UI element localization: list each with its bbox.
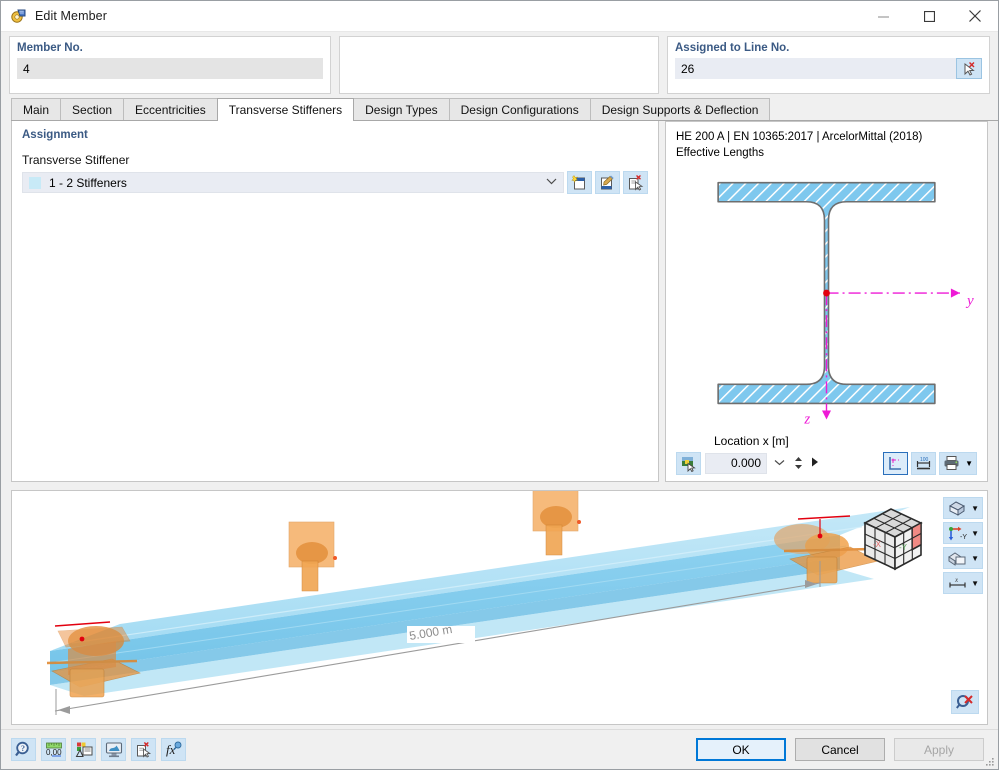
chevron-down-icon[interactable]: ▼ <box>971 579 979 588</box>
tab-design-configurations[interactable]: Design Configurations <box>448 98 591 120</box>
tab-eccentricities[interactable]: Eccentricities <box>123 98 218 120</box>
ok-button[interactable]: OK <box>696 738 786 761</box>
svg-text:-X: -X <box>873 540 882 549</box>
window-controls <box>860 1 998 32</box>
cross-section-graphic[interactable]: y z <box>676 162 977 434</box>
dialog-action-buttons: OK Cancel Apply <box>696 738 992 761</box>
member-no-group: Member No. 4 <box>9 36 331 94</box>
render-mode-button[interactable]: ▼ <box>943 547 983 569</box>
axis-label-y: y <box>965 293 974 309</box>
title-bar: Edit Member <box>1 1 998 32</box>
viewport-toolbar: ▼ -Y ▼ ▼ x ▼ <box>943 497 983 594</box>
delete-stiffener-button[interactable] <box>623 171 648 194</box>
tab-label: Section <box>72 102 113 117</box>
tab-label: Design Configurations <box>460 102 579 117</box>
location-x-input[interactable]: 0.000 <box>705 452 767 474</box>
member-no-input[interactable]: 4 <box>17 58 323 79</box>
tab-label: Design Types <box>365 102 438 117</box>
edit-stiffener-button[interactable] <box>595 171 620 194</box>
view-mode-button[interactable]: ▼ <box>943 497 983 519</box>
tab-section[interactable]: Section <box>60 98 125 120</box>
svg-text:x: x <box>954 576 959 584</box>
dimension-display-button[interactable]: x ▼ <box>943 572 983 594</box>
formula-fx-icon[interactable]: fx <box>161 738 186 761</box>
pick-line-icon[interactable] <box>956 58 982 79</box>
info-magnifier-icon[interactable]: ? <box>11 738 36 761</box>
maximize-button[interactable] <box>906 1 952 32</box>
cancel-button[interactable]: Cancel <box>795 738 885 761</box>
display-properties-icon[interactable] <box>71 738 96 761</box>
tab-transverse-stiffeners[interactable]: Transverse Stiffeners <box>216 98 355 121</box>
transverse-stiffener-select[interactable]: 1 - 2 Stiffeners <box>22 172 564 193</box>
print-dropdown-icon[interactable]: ▼ <box>965 459 973 468</box>
print-button[interactable]: ▼ <box>939 451 977 475</box>
transverse-stiffener-value: 1 - 2 Stiffeners <box>49 175 127 190</box>
show-axes-button[interactable] <box>883 451 908 475</box>
member-no-label: Member No. <box>17 42 83 54</box>
svg-text:?: ? <box>21 744 25 753</box>
svg-text:100: 100 <box>920 457 929 463</box>
tab-design-supports-deflection[interactable]: Design Supports & Deflection <box>589 98 771 120</box>
chevron-down-icon <box>546 177 557 188</box>
window-title: Edit Member <box>35 9 107 23</box>
tab-label: Design Supports & Deflection <box>601 102 759 117</box>
header-fields-row: Member No. 4 Assigned to Line No. 26 <box>1 32 998 94</box>
assignment-section-title: Assignment <box>22 129 88 141</box>
zoom-reset-button[interactable] <box>951 690 979 714</box>
stiffener-color-swatch <box>29 176 41 189</box>
delete-entry-icon[interactable] <box>131 738 156 761</box>
close-button[interactable] <box>952 1 998 32</box>
axis-label-z: z <box>803 411 810 427</box>
assigned-line-input[interactable]: 26 <box>675 58 956 79</box>
view-cube[interactable]: -X -Y <box>855 503 927 578</box>
location-controls-row: 0.000 100 ▼ <box>676 451 977 475</box>
chevron-down-icon[interactable]: ▼ <box>971 529 979 538</box>
section-designation: HE 200 A | EN 10365:2017 | ArcelorMittal… <box>676 131 923 143</box>
location-x-value: 0.000 <box>730 456 761 471</box>
tab-label: Main <box>23 102 50 117</box>
svg-text:-Y: -Y <box>899 543 908 552</box>
tab-content: Assignment Transverse Stiffener 1 - 2 St… <box>1 121 998 482</box>
beam-3d-render: 5.000 m <box>46 491 910 715</box>
bottom-tool-group: ? 0,00 fx <box>11 738 186 761</box>
location-stepper[interactable] <box>792 456 805 470</box>
view-direction-button[interactable]: -Y ▼ <box>943 522 983 544</box>
units-ruler-icon[interactable]: 0,00 <box>41 738 66 761</box>
header-spacer-panel <box>339 36 659 94</box>
assigned-line-label: Assigned to Line No. <box>675 42 790 54</box>
location-x-label: Location x [m] <box>714 434 789 449</box>
resize-grip[interactable] <box>985 756 995 766</box>
edit-member-icon <box>10 7 28 25</box>
section-view-tools: 100 ▼ <box>883 451 977 475</box>
transverse-stiffener-label: Transverse Stiffener <box>22 153 130 167</box>
new-stiffener-button[interactable] <box>567 171 592 194</box>
dialog-bottom-bar: ? 0,00 fx OK Cancel Apply <box>1 729 998 769</box>
svg-text:-Y: -Y <box>960 534 967 541</box>
tab-main[interactable]: Main <box>11 98 62 120</box>
transverse-stiffener-row: 1 - 2 Stiffeners <box>22 171 648 194</box>
tab-label: Eccentricities <box>135 102 206 117</box>
location-chevron-down-icon[interactable] <box>771 458 788 469</box>
edit-member-dialog: Edit Member Member No. 4 Assigned to Lin… <box>0 0 999 770</box>
tab-design-types[interactable]: Design Types <box>353 98 450 120</box>
chevron-down-icon[interactable]: ▼ <box>971 504 979 513</box>
assigned-line-group: Assigned to Line No. 26 <box>667 36 990 94</box>
section-subtitle: Effective Lengths <box>676 147 765 159</box>
monitor-graphic-icon[interactable] <box>101 738 126 761</box>
show-dimensions-button[interactable]: 100 <box>911 451 936 475</box>
section-preview-panel: HE 200 A | EN 10365:2017 | ArcelorMittal… <box>665 121 988 482</box>
model-3d-viewport[interactable]: 5.000 m -X -Y ▼ -Y ▼ ▼ x ▼ <box>11 490 988 725</box>
tab-label: Transverse Stiffeners <box>228 103 343 117</box>
tab-bar: Main Section Eccentricities Transverse S… <box>11 98 998 121</box>
assignment-panel: Assignment Transverse Stiffener 1 - 2 St… <box>11 121 659 482</box>
render-section-button[interactable] <box>676 451 701 475</box>
minimize-button[interactable] <box>860 1 906 32</box>
location-next-icon[interactable] <box>809 457 819 470</box>
chevron-down-icon[interactable]: ▼ <box>971 554 979 563</box>
apply-button: Apply <box>894 738 984 761</box>
